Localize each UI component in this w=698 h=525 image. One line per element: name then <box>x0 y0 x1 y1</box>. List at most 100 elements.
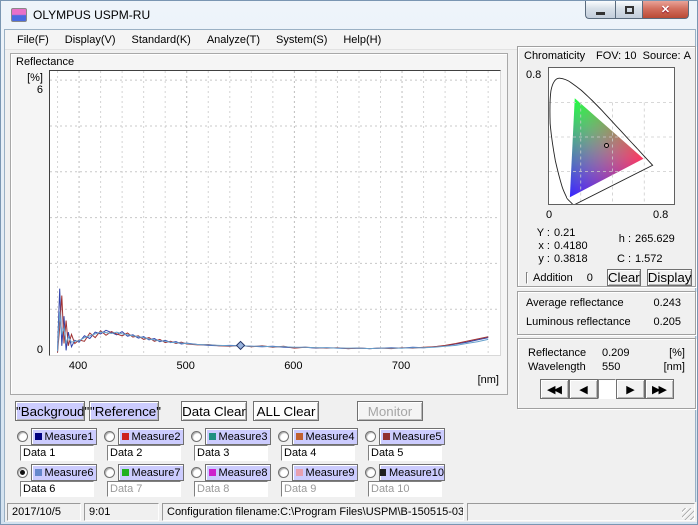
minimize-icon <box>596 12 605 15</box>
series-color-icon <box>122 469 129 476</box>
measure-radio-6[interactable] <box>17 467 28 478</box>
data-name-input-3[interactable] <box>194 445 268 461</box>
source-value: A <box>684 50 691 62</box>
measure-radio-1[interactable] <box>17 431 28 442</box>
h-value: 265.629 <box>635 233 675 245</box>
series-color-icon <box>209 469 216 476</box>
maximize-button[interactable] <box>615 1 643 19</box>
wavelength-fast-back-button[interactable]: ◀◀ <box>540 379 569 399</box>
all-clear-button[interactable]: ALL Clear <box>253 401 319 421</box>
status-date: 2017/10/5 <box>7 503 81 521</box>
measure-button-7[interactable]: Measure7 <box>118 464 184 481</box>
measure-button-2[interactable]: Measure2 <box>118 428 184 445</box>
reflectance-summary-group: Average reflectance 0.243 Luminous refle… <box>517 291 696 335</box>
data-name-input-6[interactable] <box>20 481 94 497</box>
measure-button-4[interactable]: Measure4 <box>292 428 358 445</box>
measure-button-8[interactable]: Measure8 <box>205 464 271 481</box>
close-button[interactable]: ✕ <box>643 1 689 19</box>
series-color-icon <box>296 433 303 440</box>
menu-file[interactable]: File(F) <box>9 32 57 48</box>
chromaticity-title: Chromaticity <box>524 50 596 62</box>
addition-checkbox[interactable] <box>526 272 528 284</box>
reference-button[interactable]: "Reference" <box>89 401 159 421</box>
status-config-filename: Configuration filename:C:\Program Files\… <box>162 503 464 521</box>
data-name-input-8[interactable] <box>194 481 268 497</box>
measure-button-1[interactable]: Measure1 <box>31 428 97 445</box>
x-tick-700: 700 <box>386 360 416 372</box>
measure-button-9[interactable]: Measure9 <box>292 464 358 481</box>
measure-radio-3[interactable] <box>191 431 202 442</box>
C-label: C : <box>613 253 631 265</box>
cursor-wavelength-value: 550 <box>602 361 660 373</box>
series-color-icon <box>383 433 390 440</box>
measure-radio-10[interactable] <box>365 467 376 478</box>
measure-radio-8[interactable] <box>191 467 202 478</box>
fov-label: FOV: <box>596 50 621 62</box>
menu-analyze[interactable]: Analyze(T) <box>199 32 268 48</box>
display-button[interactable]: Display <box>647 269 693 286</box>
data-clear-button[interactable]: Data Clear <box>181 401 247 421</box>
measure-column-2: Measure2 <box>102 428 189 462</box>
minimize-button[interactable] <box>585 1 615 19</box>
series-color-icon <box>35 469 42 476</box>
maximize-icon <box>625 6 634 14</box>
series-color-icon <box>35 433 42 440</box>
x-value: 0.4180 <box>554 240 588 252</box>
cursor-reflectance-value: 0.209 <box>602 347 665 359</box>
menu-display[interactable]: Display(V) <box>57 32 124 48</box>
app-icon <box>11 8 27 22</box>
x-label: x : <box>532 240 550 252</box>
data-name-input-5[interactable] <box>368 445 442 461</box>
addition-label: Addition <box>533 272 573 284</box>
wavelength-forward-button[interactable]: ▶ <box>616 379 645 399</box>
menu-standard[interactable]: Standard(K) <box>124 32 199 48</box>
measure-column-3: Measure3 <box>189 428 276 462</box>
data-name-input-9[interactable] <box>281 481 355 497</box>
average-reflectance-label: Average reflectance <box>526 297 649 309</box>
measure-column-6: Measure6 <box>15 464 102 498</box>
addition-count: 0 <box>587 272 593 284</box>
y-value: 0.3818 <box>554 253 588 265</box>
measure-radio-4[interactable] <box>278 431 289 442</box>
measure-radio-2[interactable] <box>104 431 115 442</box>
client-area: File(F)Display(V)Standard(K)Analyze(T)Sy… <box>4 29 696 522</box>
data-name-input-4[interactable] <box>281 445 355 461</box>
Y-label: Y : <box>532 227 550 239</box>
reflectance-plot-area[interactable] <box>49 70 501 356</box>
measure-radio-9[interactable] <box>278 467 289 478</box>
monitor-button[interactable]: Monitor <box>357 401 423 421</box>
background-button[interactable]: "Backgroud" <box>15 401 85 421</box>
resize-grip[interactable] <box>682 508 694 520</box>
wavelength-fast-forward-button[interactable]: ▶▶ <box>645 379 674 399</box>
y-axis-max-label: 6 <box>13 84 43 96</box>
measure-column-1: Measure1 <box>15 428 102 462</box>
measure-button-6[interactable]: Measure6 <box>31 464 97 481</box>
measure-radio-5[interactable] <box>365 431 376 442</box>
cursor-readout-group: Reflectance 0.209 [%] Wavelength 550 [nm… <box>517 338 696 409</box>
h-label: h : <box>613 233 631 245</box>
measure-column-10: Measure10 <box>363 464 450 498</box>
data-name-input-10[interactable] <box>368 481 442 497</box>
y-axis-unit-label: [%] <box>13 72 43 84</box>
measure-row-2: Measure6 Measure7 Measure8 Measure9 Measure1… <box>15 464 450 498</box>
measure-button-5[interactable]: Measure5 <box>379 428 445 445</box>
data-name-input-2[interactable] <box>107 445 181 461</box>
clear-button[interactable]: Clear <box>607 269 641 286</box>
data-name-input-7[interactable] <box>107 481 181 497</box>
series-line-Measure2 <box>58 296 489 353</box>
wavelength-gap-box <box>598 379 616 399</box>
menu-system[interactable]: System(S) <box>268 32 335 48</box>
measure-column-5: Measure5 <box>363 428 450 462</box>
app-window: OLYMPUS USPM-RU ✕ File(F)Display(V)Stand… <box>0 0 698 525</box>
measure-button-3[interactable]: Measure3 <box>205 428 271 445</box>
chromaticity-group: Chromaticity FOV: 10 Source: A 0.8 <box>517 46 696 287</box>
measure-column-4: Measure4 <box>276 428 363 462</box>
data-name-input-1[interactable] <box>20 445 94 461</box>
chroma-axis-right: 0.8 <box>653 209 668 221</box>
x-tick-600: 600 <box>278 360 308 372</box>
chromaticity-diagram <box>548 67 675 205</box>
wavelength-back-button[interactable]: ◀ <box>569 379 598 399</box>
measure-radio-7[interactable] <box>104 467 115 478</box>
measure-button-10[interactable]: Measure10 <box>379 464 445 481</box>
menu-help[interactable]: Help(H) <box>335 32 389 48</box>
